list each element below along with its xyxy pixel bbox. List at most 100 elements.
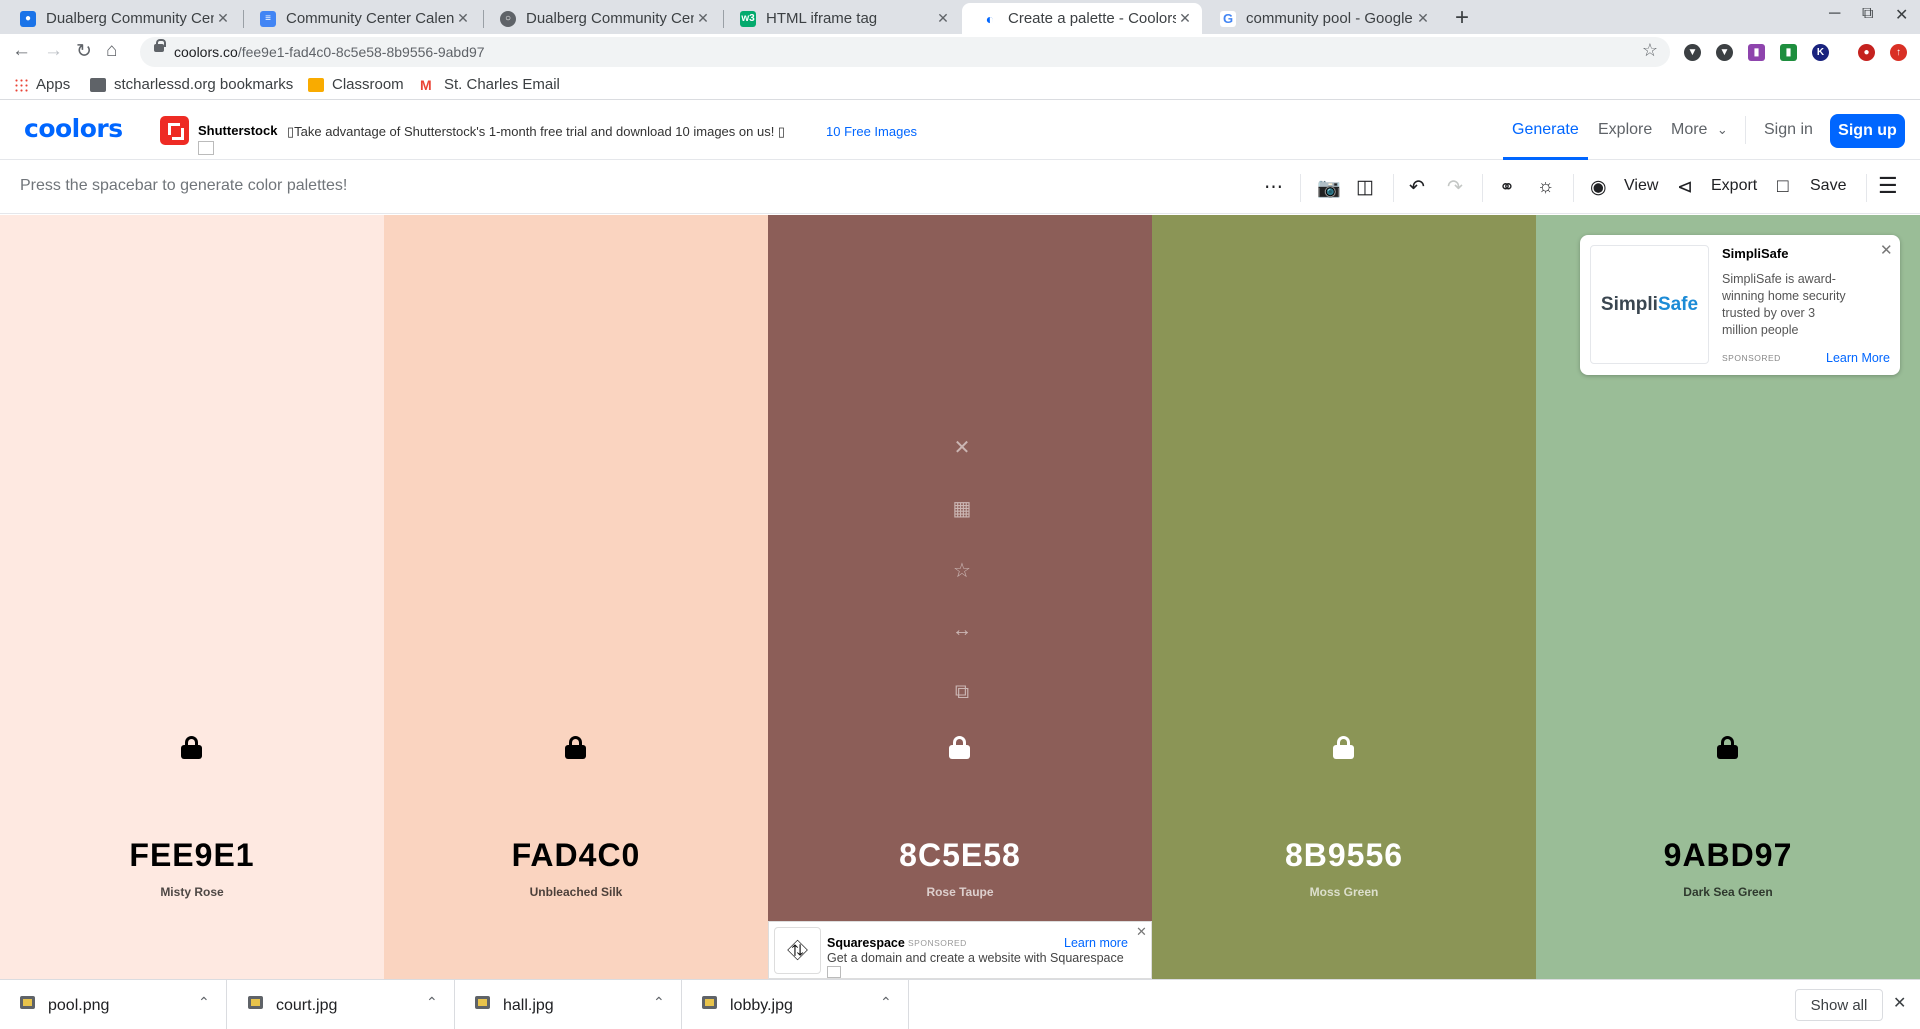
- header-ad-brand[interactable]: Shutterstock: [198, 123, 277, 138]
- back-arrow-icon[interactable]: ←: [12, 40, 31, 62]
- hex-code[interactable]: 8C5E58: [768, 837, 1152, 874]
- classroom-extension-icon[interactable]: ▮: [1780, 44, 1797, 61]
- chevron-up-icon[interactable]: ⌃: [198, 994, 210, 1011]
- profile-avatar-icon[interactable]: ●: [1858, 44, 1875, 61]
- shutterstock-logo-icon[interactable]: [160, 116, 189, 145]
- minimize-button[interactable]: ─: [1829, 5, 1840, 23]
- nav-more[interactable]: More ⌄: [1671, 121, 1728, 139]
- show-all-button[interactable]: Show all: [1795, 989, 1883, 1021]
- close-window-button[interactable]: ✕: [1895, 5, 1908, 25]
- simplisafe-ad[interactable]: Simpli Safe SimpliSafe SimpliSafe is awar…: [1580, 235, 1900, 375]
- header-ad-cta[interactable]: 10 Free Images: [826, 124, 917, 139]
- download-filename[interactable]: hall.jpg: [503, 997, 554, 1015]
- lock-icon[interactable]: [1717, 736, 1738, 759]
- camera-icon[interactable]: 📷: [1317, 176, 1341, 200]
- hex-code[interactable]: 9ABD97: [1536, 837, 1920, 874]
- color-swatch[interactable]: FEE9E1 Misty Rose: [0, 215, 384, 979]
- ad-title[interactable]: Squarespace: [827, 936, 905, 950]
- bookmark-icon[interactable]: □: [1777, 176, 1788, 198]
- color-swatch[interactable]: ✕ ▦ ☆ ↔ ⧉ 8C5E58 Rose Taupe: [768, 215, 1152, 979]
- squarespace-ad[interactable]: ⛗ Squarespace SPONSORED Get a domain and…: [768, 921, 1152, 979]
- coolors-logo[interactable]: coolors: [24, 114, 123, 143]
- lock-icon[interactable]: [949, 736, 970, 759]
- tab-iframe-tag[interactable]: w3 HTML iframe tag ✕: [720, 3, 960, 34]
- redo-icon[interactable]: ↷: [1447, 176, 1463, 199]
- view-button[interactable]: View: [1624, 177, 1658, 195]
- drag-handle-icon[interactable]: ↔: [950, 619, 974, 642]
- remove-color-icon[interactable]: ✕: [950, 435, 974, 460]
- close-icon[interactable]: ✕: [1893, 993, 1906, 1013]
- nav-generate[interactable]: Generate: [1512, 121, 1579, 139]
- hex-code[interactable]: FAD4C0: [384, 837, 768, 874]
- close-tab-icon[interactable]: ✕: [694, 10, 712, 27]
- download-item[interactable]: court.jpg ⌃: [228, 980, 455, 1029]
- tab-community-calendar[interactable]: ≡ Community Center Calend ✕: [240, 3, 480, 34]
- chevron-up-icon[interactable]: ⌃: [426, 994, 438, 1011]
- sign-up-button[interactable]: Sign up: [1830, 114, 1905, 148]
- bookmark-classroom[interactable]: Classroom: [308, 76, 404, 93]
- squarespace-logo-icon[interactable]: ⛗: [774, 927, 821, 974]
- url-text[interactable]: coolors.co/fee9e1-fad4c0-8c5e58-8b9556-9…: [174, 44, 485, 60]
- restore-button[interactable]: ⧉: [1862, 5, 1873, 23]
- sign-in-link[interactable]: Sign in: [1764, 121, 1813, 139]
- new-tab-button[interactable]: +: [1455, 4, 1469, 32]
- hex-code[interactable]: 8B9556: [1152, 837, 1536, 874]
- close-tab-icon[interactable]: ✕: [1414, 10, 1432, 27]
- panel-layout-icon[interactable]: ◫: [1356, 176, 1374, 199]
- lock-icon[interactable]: [565, 736, 586, 759]
- ad-learn-more-link[interactable]: Learn more: [1064, 936, 1128, 950]
- close-tab-icon[interactable]: ✕: [1176, 10, 1194, 27]
- tab-coolors[interactable]: ◐ Create a palette - Coolors ✕: [962, 3, 1202, 34]
- tab-dualberg-1[interactable]: ● Dualberg Community Cen ✕: [0, 3, 240, 34]
- bookmark-apps[interactable]: Apps: [14, 76, 70, 93]
- color-swatch[interactable]: FAD4C0 Unbleached Silk: [384, 215, 768, 979]
- save-button[interactable]: Save: [1810, 177, 1846, 195]
- tab-google-search[interactable]: G community pool - Google S ✕: [1200, 3, 1440, 34]
- update-icon[interactable]: ↑: [1890, 44, 1907, 61]
- close-tab-icon[interactable]: ✕: [454, 10, 472, 27]
- hamburger-menu-icon[interactable]: ☰: [1878, 173, 1898, 199]
- simplisafe-logo[interactable]: Simpli Safe: [1590, 245, 1709, 364]
- k-extension-icon[interactable]: K: [1812, 44, 1829, 61]
- puzzle-extension-icon[interactable]: ▮: [1748, 44, 1765, 61]
- hex-code[interactable]: FEE9E1: [0, 837, 384, 874]
- shades-grid-icon[interactable]: ▦: [950, 496, 974, 521]
- more-options-icon[interactable]: ⋯: [1264, 176, 1283, 199]
- bookmark-star-icon[interactable]: ☆: [1642, 40, 1658, 61]
- copy-icon[interactable]: ⧉: [950, 681, 974, 704]
- color-swatch[interactable]: 8B9556 Moss Green: [1152, 215, 1536, 979]
- home-icon[interactable]: ⌂: [106, 40, 117, 62]
- share-icon[interactable]: ⊲: [1677, 176, 1693, 199]
- download-filename[interactable]: court.jpg: [276, 997, 337, 1015]
- download-filename[interactable]: lobby.jpg: [730, 997, 793, 1015]
- close-tab-icon[interactable]: ✕: [214, 10, 232, 27]
- close-icon[interactable]: ✕: [1880, 241, 1893, 259]
- shield-extension-icon-2[interactable]: ▼: [1716, 44, 1733, 61]
- chevron-up-icon[interactable]: ⌃: [880, 994, 892, 1011]
- sun-icon[interactable]: ☼: [1537, 176, 1554, 198]
- favorite-star-icon[interactable]: ☆: [950, 558, 974, 583]
- address-bar[interactable]: coolors.co/fee9e1-fad4c0-8c5e58-8b9556-9…: [140, 37, 1670, 67]
- download-item[interactable]: pool.png ⌃: [0, 980, 227, 1029]
- ad-learn-more-link[interactable]: Learn More: [1826, 351, 1890, 365]
- forward-arrow-icon[interactable]: →: [44, 40, 63, 62]
- close-tab-icon[interactable]: ✕: [934, 10, 952, 27]
- close-icon[interactable]: ✕: [1136, 924, 1147, 940]
- bookmark-stcharlessd[interactable]: stcharlessd.org bookmarks: [90, 76, 293, 93]
- tab-dualberg-2[interactable]: ○ Dualberg Community Cen ✕: [480, 3, 720, 34]
- ad-title[interactable]: SimpliSafe: [1722, 246, 1788, 261]
- reload-icon[interactable]: ↻: [76, 40, 92, 63]
- download-item[interactable]: hall.jpg ⌃: [455, 980, 682, 1029]
- nav-explore[interactable]: Explore: [1598, 121, 1652, 139]
- eye-icon[interactable]: ◉: [1590, 176, 1607, 199]
- glasses-icon[interactable]: ⚭: [1499, 176, 1515, 199]
- lock-icon[interactable]: [181, 736, 202, 759]
- shield-extension-icon[interactable]: ▼: [1684, 44, 1701, 61]
- bookmark-stcharles-email[interactable]: M St. Charles Email: [420, 76, 560, 93]
- lock-icon[interactable]: [1333, 736, 1354, 759]
- header-ad-text[interactable]: ▯Take advantage of Shutterstock's 1-mont…: [287, 124, 785, 140]
- download-item[interactable]: lobby.jpg ⌃: [682, 980, 909, 1029]
- chevron-up-icon[interactable]: ⌃: [653, 994, 665, 1011]
- export-button[interactable]: Export: [1711, 177, 1757, 195]
- download-filename[interactable]: pool.png: [48, 997, 109, 1015]
